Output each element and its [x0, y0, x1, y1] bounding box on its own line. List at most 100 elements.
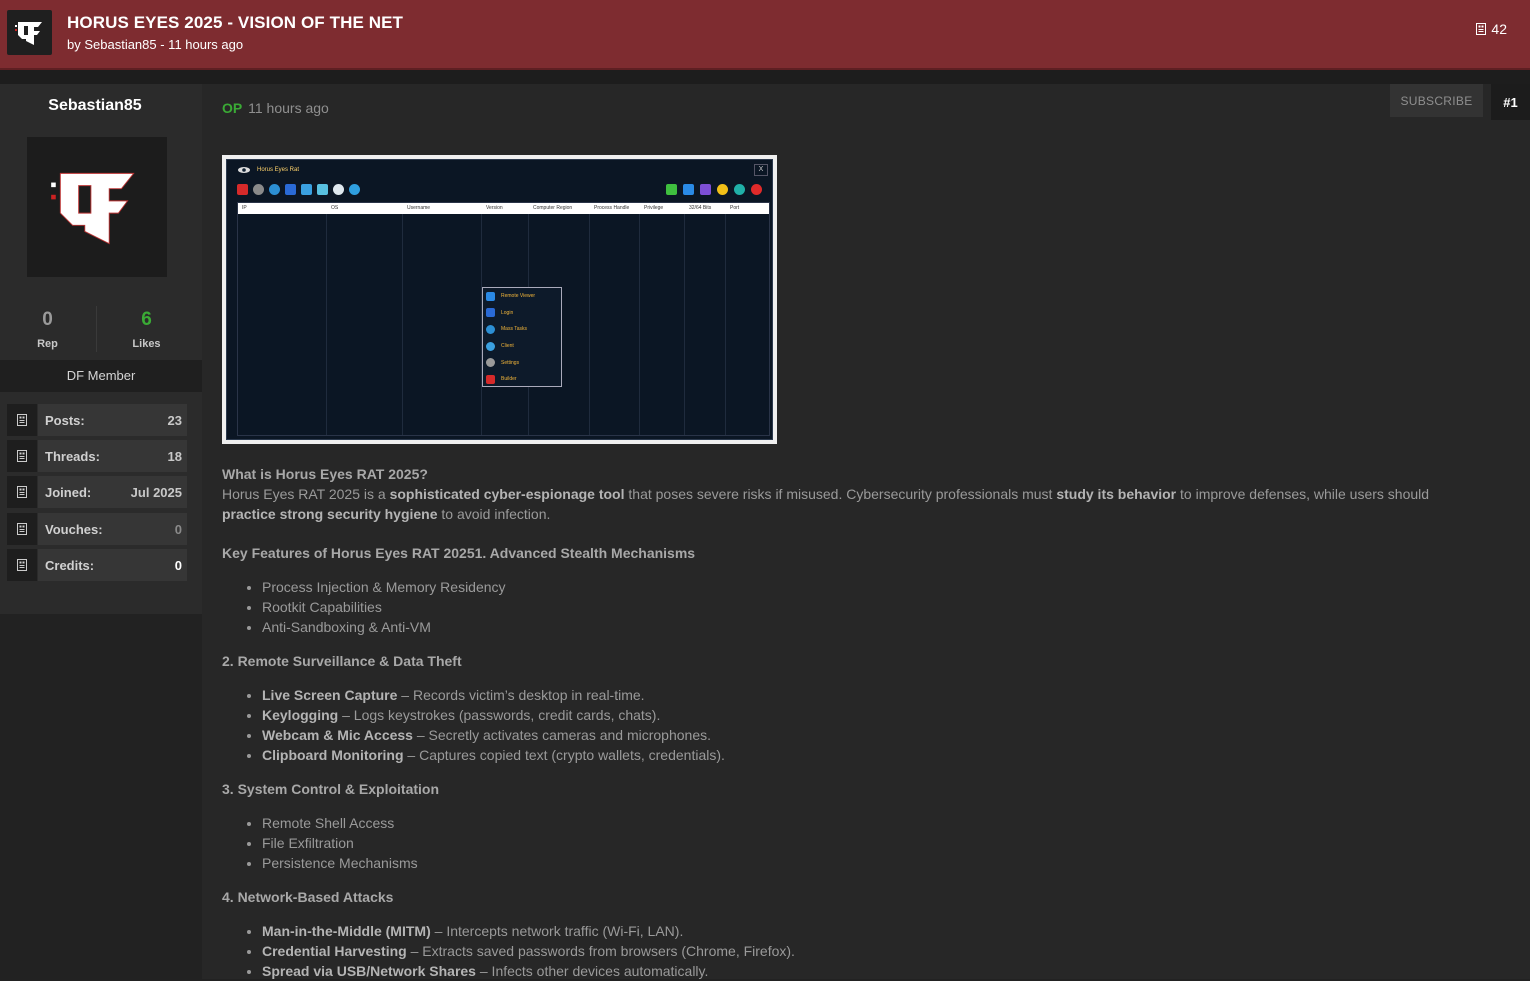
rat-toolbar-right — [666, 184, 762, 196]
info-value: 18 — [167, 448, 182, 464]
rat-window: Horus Eyes Rat X IP OS Username Version … — [226, 159, 773, 440]
feature-list: Remote Shell Access File Exfiltration Pe… — [222, 813, 1432, 873]
rat-context-menu: Remote Viewer Login Mass Tasks Client Se… — [482, 287, 562, 387]
post-image[interactable]: Horus Eyes Rat X IP OS Username Version … — [222, 155, 777, 444]
info-row-credits: Credits: 0 — [7, 549, 187, 581]
list-item: Anti-Sandboxing & Anti-VM — [262, 617, 1432, 637]
thread-meta[interactable]: by Sebastian85 - 11 hours ago — [67, 37, 243, 52]
info-label: Posts: — [45, 412, 85, 428]
column-header: Port — [730, 205, 740, 211]
post-number-link[interactable]: #1 — [1491, 84, 1530, 120]
avatar[interactable] — [27, 137, 167, 277]
author-username[interactable]: Sebastian85 — [0, 97, 190, 115]
settings-icon — [486, 358, 495, 368]
column-header: Process Handle — [594, 205, 630, 211]
posts-icon — [7, 404, 37, 436]
likes-stat[interactable]: 6 Likes — [99, 306, 194, 350]
clock-icon — [333, 184, 344, 195]
builder-icon — [237, 184, 248, 195]
author-stats: 0 Rep 6 Likes — [0, 306, 190, 356]
section-heading: 3. System Control & Exploitation — [222, 781, 440, 797]
list-item: Process Injection & Memory Residency — [262, 577, 1432, 597]
sleep-icon — [700, 184, 711, 195]
network-icon — [317, 184, 328, 195]
user-icon — [486, 341, 495, 351]
info-row-vouches: Vouches: 0 — [7, 513, 187, 545]
stat-divider — [96, 306, 97, 352]
info-value: 23 — [167, 412, 182, 428]
feature-list: Process Injection & Memory Residency Roo… — [222, 577, 1432, 637]
rep-stat[interactable]: 0 Rep — [0, 306, 95, 350]
info-row-posts: Posts: 23 — [7, 404, 187, 436]
shield-icon — [349, 184, 360, 195]
user-role: DF Member — [0, 360, 202, 392]
list-item: Keylogging – Logs keystrokes (passwords,… — [262, 705, 1432, 725]
post-header: OP 11 hours ago — [222, 100, 329, 116]
column-header: Privilege — [644, 205, 664, 211]
power-icon — [751, 184, 762, 195]
satellite-icon — [486, 324, 495, 334]
likes-label: Likes — [132, 338, 161, 350]
site-logo[interactable] — [7, 10, 52, 55]
context-menu-item: Mass Tasks — [483, 321, 561, 338]
post-content: What is Horus Eyes RAT 2025? Horus Eyes … — [222, 464, 1432, 981]
column-header: 32/64 Bits — [689, 205, 712, 211]
header-divider — [0, 70, 1530, 84]
feature-list: Man-in-the-Middle (MITM) – Intercepts ne… — [222, 921, 1432, 981]
database-icon — [285, 184, 296, 195]
context-menu-item: Settings — [483, 354, 561, 371]
context-menu-item: Remote Viewer — [483, 288, 561, 305]
likes-value: 6 — [141, 309, 152, 330]
column-header: OS — [331, 205, 339, 211]
rep-label: Rep — [37, 338, 58, 350]
intro-paragraph: Horus Eyes RAT 2025 is a sophisticated c… — [222, 486, 1430, 522]
post-time[interactable]: 11 hours ago — [248, 100, 329, 116]
rat-window-title: Horus Eyes Rat — [237, 166, 299, 174]
rat-table-header: IP OS Username Version Computer Region P… — [238, 203, 769, 214]
satellite-icon — [269, 184, 280, 195]
section-heading: 4. Network-Based Attacks — [222, 889, 394, 905]
info-value: 0 — [174, 557, 182, 573]
column-header: IP — [242, 205, 247, 211]
info-row-threads: Threads: 18 — [7, 440, 187, 472]
section-heading: 2. Remote Surveillance & Data Theft — [222, 653, 462, 669]
credits-icon — [7, 549, 37, 581]
thread-header: HORUS EYES 2025 - VISION OF THE NET by S… — [0, 0, 1530, 70]
column-header: Computer Region — [533, 205, 573, 211]
column-line — [684, 214, 685, 435]
context-menu-item: Client — [483, 338, 561, 355]
column-line — [639, 214, 640, 435]
bug-icon — [666, 184, 677, 195]
list-item: Persistence Mechanisms — [262, 853, 1432, 873]
eye-icon — [1476, 23, 1487, 35]
question-heading: What is Horus Eyes RAT 2025? — [222, 466, 428, 482]
rep-value: 0 — [42, 309, 53, 330]
thread-title: HORUS EYES 2025 - VISION OF THE NET — [67, 13, 404, 32]
column-line — [589, 214, 590, 435]
list-item: Spread via USB/Network Shares – Infects … — [262, 961, 1432, 981]
info-value[interactable]: 0 — [175, 522, 182, 537]
section-heading: Key Features of Horus Eyes RAT 20251. Ad… — [222, 545, 696, 561]
rat-title-text: Horus Eyes Rat — [257, 167, 300, 173]
column-line — [326, 214, 327, 435]
df-logo-icon — [14, 21, 42, 45]
info-label: Threads: — [45, 448, 100, 464]
list-item: Remote Shell Access — [262, 813, 1432, 833]
rat-client-table: IP OS Username Version Computer Region P… — [237, 202, 770, 436]
author-panel: Sebastian85 0 Rep 6 Likes DF Member Post… — [0, 84, 202, 614]
info-label: Vouches: — [45, 521, 103, 537]
info-label: Joined: — [45, 484, 92, 500]
list-item: Clipboard Monitoring – Captures copied t… — [262, 745, 1432, 765]
subscribe-button[interactable]: SUBSCRIBE — [1390, 84, 1483, 117]
view-count-value: 42 — [1491, 21, 1507, 37]
op-badge: OP — [222, 100, 243, 116]
info-label: Credits: — [45, 557, 95, 573]
info-value: Jul 2025 — [130, 484, 182, 500]
column-header: Version — [486, 205, 503, 211]
list-item: Live Screen Capture – Records victim’s d… — [262, 685, 1432, 705]
column-header: Username — [407, 205, 431, 211]
view-count: 42 — [1476, 21, 1507, 37]
context-menu-item: Builder — [483, 371, 561, 388]
list-item: Rootkit Capabilities — [262, 597, 1432, 617]
coin-icon — [717, 184, 728, 195]
